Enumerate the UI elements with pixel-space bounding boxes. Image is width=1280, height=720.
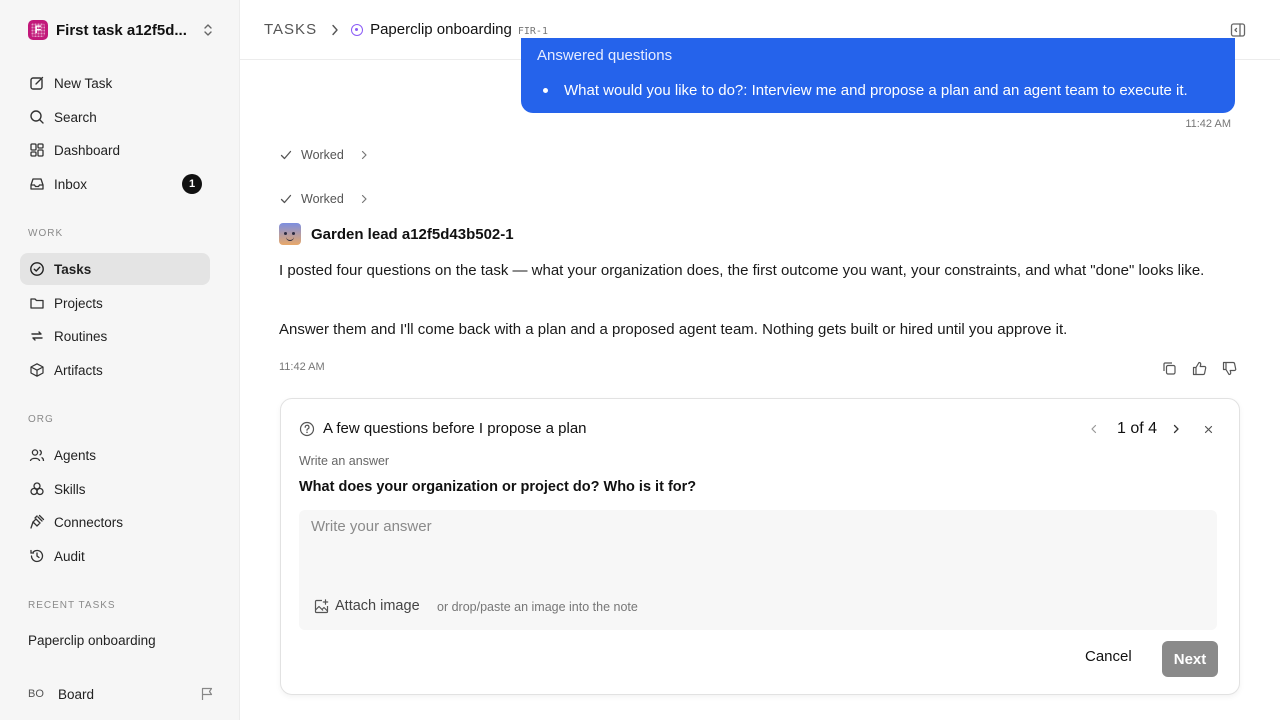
chevron-right-icon[interactable] — [1169, 422, 1183, 436]
image-add-icon — [314, 598, 329, 613]
breadcrumb-tasks[interactable]: TASKS — [264, 21, 317, 38]
board-initials: BO — [28, 688, 44, 700]
worked-toggle[interactable]: Worked — [280, 148, 368, 162]
workspace-logo: F — [28, 20, 48, 40]
nav-search[interactable]: Search — [20, 101, 210, 133]
check-icon — [280, 150, 292, 160]
agent-avatar — [279, 223, 301, 245]
nav-agents-label: Agents — [54, 447, 97, 463]
answer-input[interactable] — [299, 510, 1217, 570]
cancel-button[interactable]: Cancel — [1085, 648, 1132, 665]
board-label: Board — [58, 686, 95, 702]
nav-dashboard[interactable]: Dashboard — [20, 134, 210, 166]
chevron-right-icon — [361, 150, 367, 160]
nav-projects-label: Projects — [54, 295, 103, 311]
flag-icon[interactable] — [200, 687, 214, 701]
workspace-logo-letter: F — [34, 24, 42, 36]
nav-artifacts[interactable]: Artifacts — [20, 354, 210, 386]
nav-projects[interactable]: Projects — [20, 287, 210, 319]
pager-text: 1 of 4 — [1116, 420, 1157, 437]
agent-message-timestamp: 11:42 AM — [279, 361, 325, 373]
thumbs-up-icon[interactable] — [1190, 359, 1208, 377]
worked-label: Worked — [301, 192, 344, 206]
check-circle-icon — [28, 260, 46, 278]
folder-icon — [28, 294, 46, 312]
bubble-previous-line: Answered questions — [537, 47, 673, 64]
nav-connectors[interactable]: Connectors — [20, 506, 210, 538]
question-text: What does your organization or project d… — [299, 479, 697, 495]
nav-connectors-label: Connectors — [54, 514, 124, 530]
check-icon — [280, 194, 292, 204]
attach-image-label: Attach image — [335, 598, 420, 614]
status-circle-icon — [351, 23, 364, 36]
answer-box: Attach image or drop/paste an image into… — [299, 510, 1217, 630]
users-icon — [28, 446, 46, 464]
nav-agents[interactable]: Agents — [20, 439, 210, 471]
section-label-work: WORK — [28, 228, 64, 239]
nav-inbox-label: Inbox — [54, 176, 88, 192]
question-pager: 1 of 4 — [1087, 420, 1215, 438]
section-label-recent-tasks: RECENT TASKS — [28, 600, 116, 611]
close-icon[interactable] — [1201, 422, 1215, 436]
skills-icon — [28, 480, 46, 498]
search-icon — [28, 108, 46, 126]
question-card: A few questions before I propose a plan … — [280, 398, 1240, 695]
nav-inbox[interactable]: Inbox 1 — [20, 168, 210, 200]
nav-audit[interactable]: Audit — [20, 540, 210, 572]
next-button[interactable]: Next — [1162, 641, 1218, 677]
thumbs-down-icon[interactable] — [1220, 359, 1238, 377]
worked-toggle[interactable]: Worked — [280, 192, 368, 206]
repeat-icon — [28, 327, 46, 345]
nav-skills-label: Skills — [54, 481, 86, 497]
sidebar: F First task a12f5d... New Task Search D… — [0, 0, 240, 720]
section-label-org: ORG — [28, 414, 54, 425]
question-card-header: A few questions before I propose a plan — [299, 420, 587, 437]
bubble-bullet-item: What would you like to do?: Interview me… — [543, 82, 1188, 99]
nav-routines[interactable]: Routines — [20, 320, 210, 352]
panel-toggle-icon[interactable] — [1230, 22, 1246, 38]
nav-search-label: Search — [54, 109, 97, 125]
workspace-name: First task a12f5d... — [56, 21, 187, 39]
recent-task-item[interactable]: Paperclip onboarding — [28, 633, 156, 648]
help-circle-icon — [299, 421, 315, 436]
agent-name: Garden lead a12f5d43b502-1 — [311, 225, 514, 243]
nav-tasks[interactable]: Tasks — [20, 253, 210, 285]
nav-skills[interactable]: Skills — [20, 473, 210, 505]
edit-icon — [28, 74, 46, 92]
attach-hint: or drop/paste an image into the note — [437, 600, 638, 614]
nav-dashboard-label: Dashboard — [54, 142, 121, 158]
nav-new-task[interactable]: New Task — [20, 67, 210, 99]
nav-artifacts-label: Artifacts — [54, 362, 103, 378]
user-message-bubble: Answered questions What would you like t… — [521, 38, 1235, 113]
page-title: Paperclip onboarding — [370, 21, 512, 38]
message-actions — [1148, 359, 1238, 377]
inbox-count-badge: 1 — [182, 174, 202, 194]
history-icon — [28, 547, 46, 565]
copy-icon[interactable] — [1160, 359, 1178, 377]
answer-hint: Write an answer — [299, 454, 390, 468]
chevron-left-icon[interactable] — [1087, 422, 1101, 436]
bubble-bullet-text: What would you like to do?: Interview me… — [564, 82, 1188, 99]
agent-message-paragraph: Answer them and I'll come back with a pl… — [279, 321, 1068, 338]
user-message-timestamp: 11:42 AM — [1185, 118, 1231, 130]
dashboard-icon — [28, 141, 46, 159]
workspace-switcher[interactable]: F First task a12f5d... — [28, 19, 214, 41]
chevron-right-icon — [331, 24, 339, 36]
chevron-up-down-icon — [204, 24, 212, 36]
board-switcher[interactable]: BO Board — [28, 683, 214, 705]
nav-audit-label: Audit — [54, 548, 85, 564]
worked-label: Worked — [301, 148, 344, 162]
nav-tasks-label: Tasks — [54, 261, 92, 277]
agent-author: Garden lead a12f5d43b502-1 — [279, 223, 514, 245]
question-card-title: A few questions before I propose a plan — [323, 420, 587, 437]
chevron-right-icon — [361, 194, 367, 204]
nav-new-task-label: New Task — [54, 75, 113, 91]
task-id: FIR-1 — [517, 25, 548, 37]
inbox-icon — [28, 175, 46, 193]
attach-image-button[interactable]: Attach image — [314, 598, 420, 614]
box-icon — [28, 361, 46, 379]
nav-routines-label: Routines — [54, 328, 108, 344]
plug-icon — [28, 513, 46, 531]
agent-message-paragraph: I posted four questions on the task — wh… — [279, 262, 1205, 279]
